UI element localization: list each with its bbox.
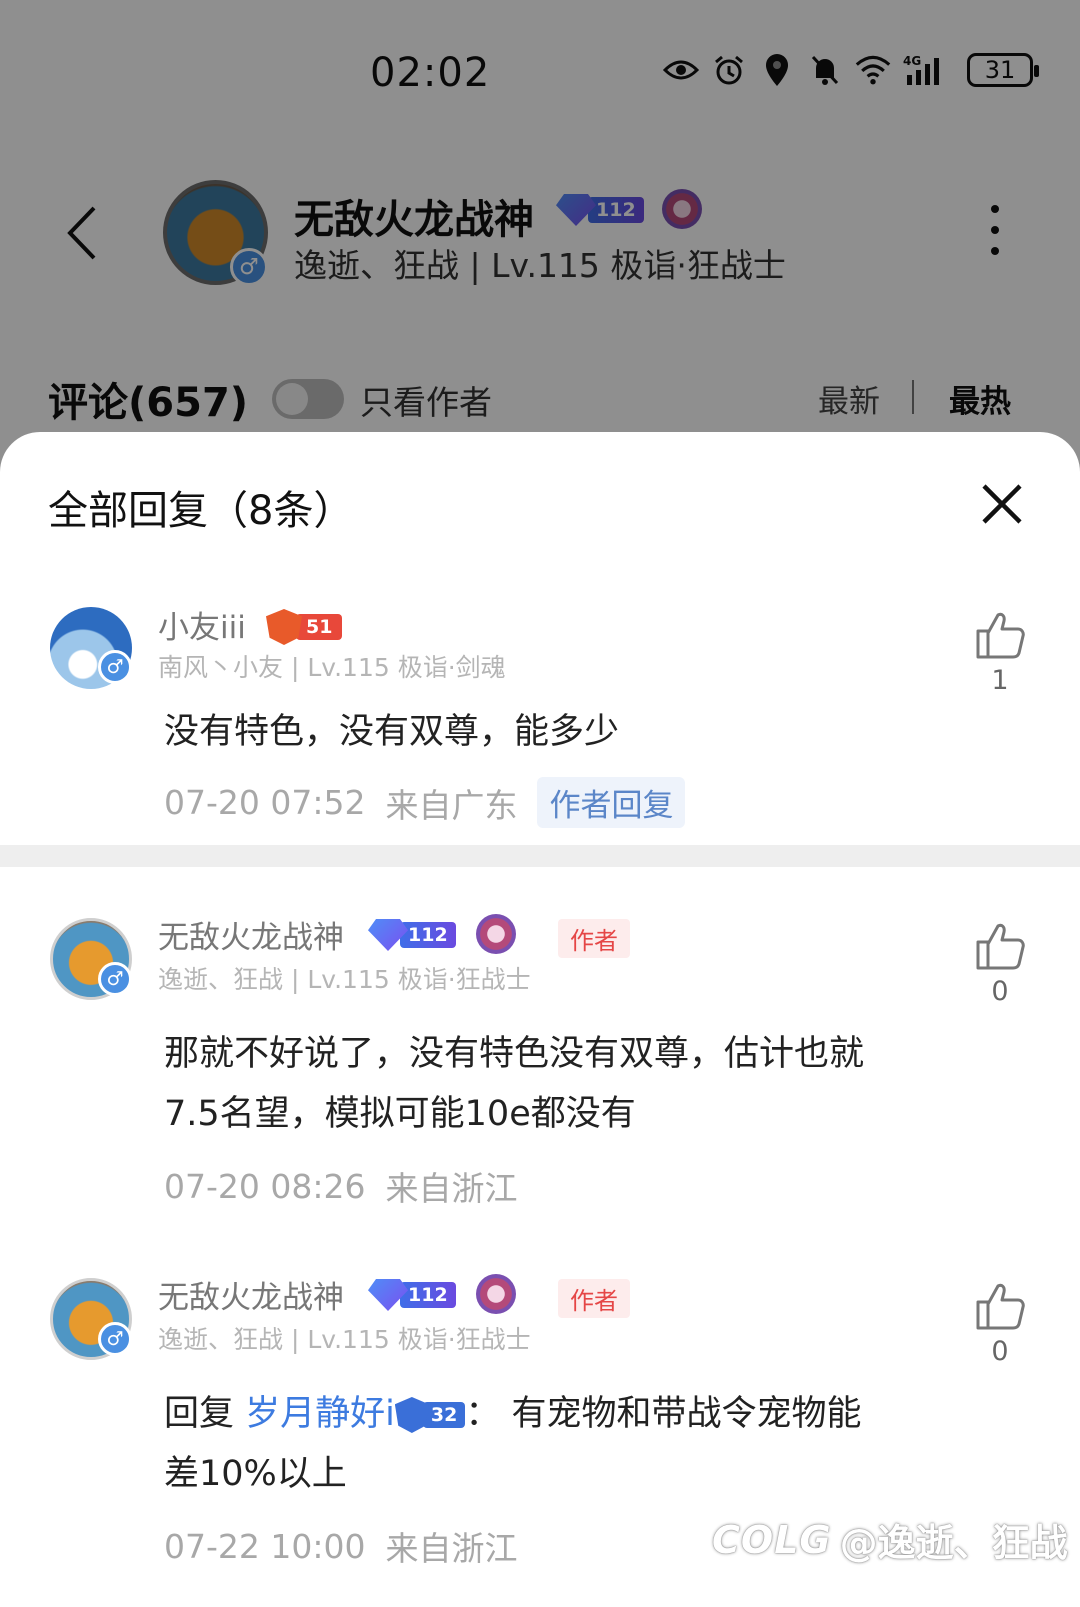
reply-text-line: 7.5名望，模拟可能10e都没有 [164,1094,636,1134]
author-reply-tag: 作者回复 [537,777,686,828]
user-subtitle: 逸逝、狂战 | Lv.115 极诣·狂战士 [158,1325,531,1354]
user-name[interactable]: 无敌火龙战神 [158,912,344,957]
watermark-text: @逸逝、狂战 [839,1521,1068,1565]
section-divider [0,845,1080,867]
shield-icon [266,609,302,645]
diamond-level-badge: 112 [368,1278,456,1312]
reply-location: 来自广东 [385,785,518,825]
like-count: 0 [991,976,1009,1007]
like-count: 0 [991,1336,1009,1367]
reply-text-line: 回复 岁月静好i 32： 有宠物和带战令宠物能 [164,1384,934,1444]
diamond-level-badge: 112 [368,918,456,952]
reply-text: 回复 岁月静好i 32： 有宠物和带战令宠物能 差10%以上 [164,1384,934,1504]
user-subtitle: 逸逝、狂战 | Lv.115 极诣·狂战士 [158,965,531,994]
reply-text-rest: ： 有宠物和带战令宠物能 [465,1394,862,1434]
replies-bottom-sheet: 全部回复（8条） ♂ 小友iii 51 南风丶小友 | Lv.115 极诣·剑魂… [0,432,1080,1607]
reply-to-user-link[interactable]: 岁月静好i [245,1394,395,1434]
colg-logo: COLG [712,1517,832,1562]
male-icon: ♂ [98,1322,132,1356]
reply-location: 来自浙江 [385,1529,518,1568]
user-subtitle: 南风丶小友 | Lv.115 极诣·剑魂 [158,653,506,682]
user-name[interactable]: 无敌火龙战神 [158,1272,344,1317]
guild-emblem-icon [476,914,516,954]
male-icon: ♂ [98,962,132,996]
reply-text-line: 差10%以上 [164,1454,347,1494]
level-badge: 32 [394,1397,466,1433]
guild-emblem-icon [476,1274,516,1314]
reply-text: 没有特色，没有双尊，能多少 [164,712,620,752]
like-count: 1 [991,665,1009,696]
reply-meta: 07-20 08:26 来自浙江 [164,1162,517,1210]
reply-meta: 07-22 10:00 来自浙江 [164,1522,517,1570]
thumbs-up-icon[interactable] [972,607,1028,663]
thumbs-up-icon[interactable] [972,918,1028,974]
reply-prefix: 回复 [164,1394,246,1434]
sheet-title: 全部回复（8条） [48,488,354,534]
reply-text: 那就不好说了，没有特色没有双尊，估计也就 7.5名望，模拟可能10e都没有 [164,1024,934,1144]
shield-icon [394,1397,429,1433]
reply-time: 07-22 10:00 [164,1526,366,1566]
reply-time: 07-20 07:52 [164,783,366,822]
user-name[interactable]: 小友iii [158,602,246,647]
close-icon[interactable] [980,482,1024,526]
reply-location: 来自浙江 [385,1169,518,1208]
level-badge: 51 [266,609,343,645]
watermark: COLG @逸逝、狂战 [712,1512,1068,1567]
author-tag: 作者 [558,919,630,958]
male-icon: ♂ [98,650,132,684]
reply-meta: 07-20 07:52 来自广东 作者回复 [164,777,686,828]
reply-text-line: 那就不好说了，没有特色没有双尊，估计也就 [164,1034,865,1074]
thumbs-up-icon[interactable] [972,1278,1028,1334]
reply-time: 07-20 08:26 [164,1166,366,1206]
author-tag: 作者 [558,1279,630,1318]
